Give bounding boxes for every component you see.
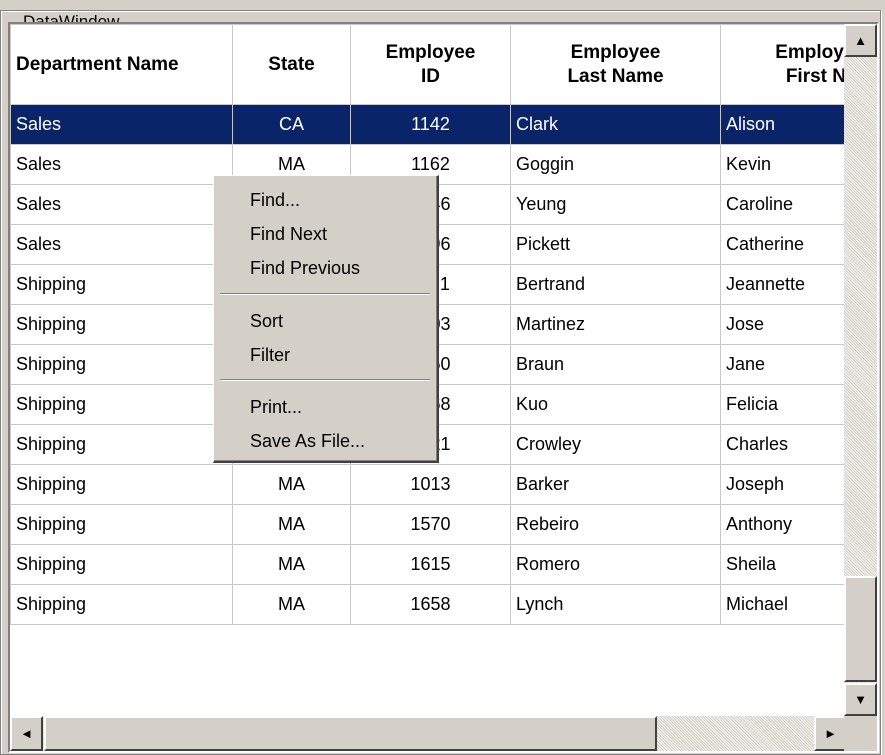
scrollbar-corner xyxy=(844,716,877,751)
cell-first-name[interactable]: Anthony xyxy=(720,504,847,545)
cell-department[interactable]: Shipping xyxy=(10,584,233,625)
datawindow-grid[interactable]: Department Name State Employee ID Employ… xyxy=(8,22,879,753)
cell-first-name[interactable]: Sheila xyxy=(720,544,847,585)
menu-item-find[interactable]: Find... xyxy=(250,189,300,211)
cell-first-name[interactable]: Jeannette xyxy=(720,264,847,305)
scroll-right-button[interactable]: ► xyxy=(814,716,847,751)
cell-first-name[interactable]: Jane xyxy=(720,344,847,385)
cell-first-name[interactable]: Jose xyxy=(720,304,847,345)
menu-item-save-as-file[interactable]: Save As File... xyxy=(250,430,365,452)
cell-state[interactable]: CA xyxy=(232,104,351,145)
cell-last-name[interactable]: Yeung xyxy=(510,184,721,225)
cell-department[interactable]: Sales xyxy=(10,104,233,145)
cell-first-name[interactable]: Caroline xyxy=(720,184,847,225)
cell-department[interactable]: Sales xyxy=(10,184,233,225)
cell-first-name[interactable]: Michael xyxy=(720,584,847,625)
cell-employee-id[interactable]: 1615 xyxy=(350,544,511,585)
arrow-down-icon: ▼ xyxy=(854,692,867,707)
cell-employee-id[interactable]: 1013 xyxy=(350,464,511,505)
cell-state[interactable]: MA xyxy=(232,584,351,625)
context-menu: Find... Find Next Find Previous Sort Fil… xyxy=(213,175,439,463)
cell-last-name[interactable]: Lynch xyxy=(510,584,721,625)
cell-department[interactable]: Sales xyxy=(10,224,233,265)
column-header-employee-id[interactable]: Employee ID xyxy=(350,24,511,105)
cell-last-name[interactable]: Kuo xyxy=(510,384,721,425)
cell-last-name[interactable]: Bertrand xyxy=(510,264,721,305)
column-header-department-name[interactable]: Department Name xyxy=(10,24,233,105)
cell-department[interactable]: Shipping xyxy=(10,504,233,545)
menu-separator xyxy=(220,379,430,381)
cell-last-name[interactable]: Rebeiro xyxy=(510,504,721,545)
menu-item-filter[interactable]: Filter xyxy=(250,344,290,366)
cell-last-name[interactable]: Goggin xyxy=(510,144,721,185)
column-header-employee-first-name[interactable]: Employee First N… xyxy=(720,24,847,105)
table-row[interactable]: Shipping MA 1570 Rebeiro Anthony xyxy=(10,504,847,545)
header-row: Department Name State Employee ID Employ… xyxy=(10,24,847,105)
arrow-right-icon: ► xyxy=(824,726,837,741)
menu-item-find-previous[interactable]: Find Previous xyxy=(250,257,360,279)
cell-first-name[interactable]: Felicia xyxy=(720,384,847,425)
cell-department[interactable]: Shipping xyxy=(10,424,233,465)
cell-last-name[interactable]: Clark xyxy=(510,104,721,145)
cell-last-name[interactable]: Braun xyxy=(510,344,721,385)
cell-employee-id[interactable]: 1142 xyxy=(350,104,511,145)
cell-department[interactable]: Shipping xyxy=(10,464,233,505)
cell-state[interactable]: MA xyxy=(232,504,351,545)
cell-first-name[interactable]: Kevin xyxy=(720,144,847,185)
cell-department[interactable]: Shipping xyxy=(10,344,233,385)
table-row[interactable]: Shipping MA 1615 Romero Sheila xyxy=(10,544,847,585)
column-header-employee-last-name[interactable]: Employee Last Name xyxy=(510,24,721,105)
vertical-scrollbar[interactable]: ▲ ▼ xyxy=(844,24,877,716)
horizontal-scroll-thumb[interactable] xyxy=(44,716,657,751)
table-row[interactable]: Shipping MA 1658 Lynch Michael xyxy=(10,584,847,625)
vertical-scroll-thumb[interactable] xyxy=(844,576,877,682)
cell-last-name[interactable]: Crowley xyxy=(510,424,721,465)
cell-first-name[interactable]: Charles xyxy=(720,424,847,465)
scroll-left-button[interactable]: ◄ xyxy=(10,716,43,751)
cell-department[interactable]: Sales xyxy=(10,144,233,185)
menu-item-sort[interactable]: Sort xyxy=(250,310,283,332)
arrow-left-icon: ◄ xyxy=(20,726,33,741)
cell-employee-id[interactable]: 1658 xyxy=(350,584,511,625)
scroll-down-button[interactable]: ▼ xyxy=(844,683,877,716)
column-header-state[interactable]: State xyxy=(232,24,351,105)
cell-state[interactable]: MA xyxy=(232,464,351,505)
cell-last-name[interactable]: Pickett xyxy=(510,224,721,265)
cell-department[interactable]: Shipping xyxy=(10,544,233,585)
cell-state[interactable]: MA xyxy=(232,544,351,585)
cell-employee-id[interactable]: 1570 xyxy=(350,504,511,545)
table-row[interactable]: Shipping MA 1013 Barker Joseph xyxy=(10,464,847,505)
menu-item-find-next[interactable]: Find Next xyxy=(250,223,327,245)
table-row[interactable]: Sales CA 1142 Clark Alison xyxy=(10,104,847,145)
scroll-up-button[interactable]: ▲ xyxy=(844,24,877,57)
cell-last-name[interactable]: Romero xyxy=(510,544,721,585)
cell-last-name[interactable]: Martinez xyxy=(510,304,721,345)
arrow-up-icon: ▲ xyxy=(854,33,867,48)
cell-first-name[interactable]: Catherine xyxy=(720,224,847,265)
cell-first-name[interactable]: Joseph xyxy=(720,464,847,505)
menu-separator xyxy=(220,293,430,295)
cell-department[interactable]: Shipping xyxy=(10,264,233,305)
cell-first-name[interactable]: Alison xyxy=(720,104,847,145)
menu-item-print[interactable]: Print... xyxy=(250,396,302,418)
horizontal-scrollbar[interactable]: ◄ ► xyxy=(10,716,847,751)
cell-last-name[interactable]: Barker xyxy=(510,464,721,505)
cell-department[interactable]: Shipping xyxy=(10,304,233,345)
cell-department[interactable]: Shipping xyxy=(10,384,233,425)
